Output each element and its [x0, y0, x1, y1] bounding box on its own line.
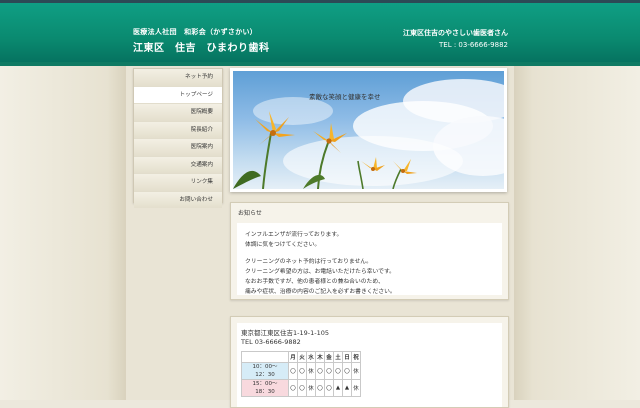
hours-mark: 休 — [306, 379, 316, 397]
nav-item-contact[interactable]: お問い合わせ — [134, 191, 222, 208]
day-header: 土 — [333, 351, 343, 363]
time-slot-morning: 10：00～ 12：30 — [241, 362, 289, 380]
hours-mark: 〇 — [297, 379, 307, 397]
hours-mark: ▲ — [333, 379, 343, 397]
hours-mark: 〇 — [324, 379, 334, 397]
hours-corner-cell — [241, 351, 289, 363]
news-panel: お知らせ インフルエンザが流行っております。 体調に気をつけてください。 クリー… — [230, 202, 509, 300]
news-body: インフルエンザが流行っております。 体調に気をつけてください。 クリーニングのネ… — [237, 223, 502, 295]
news-line: 体調に気をつけてください。 — [245, 242, 321, 248]
time-start: 15：00～ — [252, 381, 278, 387]
day-header: 月 — [288, 351, 298, 363]
site-header: 医療法人社団 和彩会（かずさかい） 江東区 住吉 ひまわり歯科 江東区住吉のやさ… — [0, 0, 640, 62]
nav-item-links[interactable]: リンク集 — [134, 174, 222, 192]
clinic-name[interactable]: 江東区 住吉 ひまわり歯科 — [133, 39, 270, 54]
nav-item-director-profile[interactable]: 院長紹介 — [134, 121, 222, 139]
time-start: 10：00～ — [252, 364, 278, 370]
organization-name: 医療法人社団 和彩会（かずさかい） — [133, 28, 258, 36]
nav-item-access[interactable]: 交通案内 — [134, 156, 222, 174]
day-header: 水 — [306, 351, 316, 363]
nav-item-net-reservation[interactable]: ネット予約 — [134, 69, 222, 87]
news-line: クリーニング希望の方は、お電話いただけたら幸いです。 — [245, 269, 395, 275]
news-line: 痛みや症状、治療の内容のご記入を必ずお書きください。 — [245, 289, 396, 295]
lily-flowers-image — [233, 79, 504, 189]
day-header: 木 — [315, 351, 325, 363]
nav-item-clinic-guide[interactable]: 医院案内 — [134, 139, 222, 157]
time-end: 18：30 — [255, 389, 275, 395]
news-line: インフルエンザが流行っております。 — [245, 232, 343, 238]
hero-caption: 素敵な笑顔と健康を幸せ — [309, 93, 381, 101]
hours-mark: ▲ — [342, 379, 352, 397]
hours-row-morning: 10：00～ 12：30 〇 〇 休 〇 〇 〇 〇 休 — [241, 362, 361, 380]
hours-mark: 休 — [306, 362, 316, 380]
hours-mark: 〇 — [297, 362, 307, 380]
office-hours-table: 月 火 水 木 金 土 日 祝 10：00～ 12：30 〇 〇 休 〇 〇 〇 … — [241, 351, 361, 397]
day-header: 祝 — [351, 351, 361, 363]
sidebar-nav: ネット予約 トップページ 医院概要 院長紹介 医院案内 交通案内 リンク集 お問… — [133, 68, 223, 208]
hours-row-afternoon: 15：00～ 18：30 〇 〇 休 〇 〇 ▲ ▲ 休 — [241, 379, 361, 397]
hero-banner: 素敵な笑顔と健康を幸せ — [230, 68, 507, 192]
header-phone: TEL : 03-6666-9882 — [439, 41, 508, 49]
hours-mark: 〇 — [333, 362, 343, 380]
hours-header-row: 月 火 水 木 金 土 日 祝 — [241, 351, 361, 363]
access-panel: 東京都江東区住吉1-19-1-105 TEL 03-6666-9882 月 火 … — [230, 316, 509, 408]
right-margin-background — [514, 66, 640, 400]
news-line: なおお手数ですが、他の患者様との兼ね合いのため、 — [245, 279, 384, 285]
hours-mark: 〇 — [288, 362, 298, 380]
hours-mark: 休 — [351, 362, 361, 380]
day-header: 火 — [297, 351, 307, 363]
access-body: 東京都江東区住吉1-19-1-105 TEL 03-6666-9882 月 火 … — [237, 323, 502, 407]
hours-mark: 〇 — [288, 379, 298, 397]
hours-mark: 〇 — [315, 379, 325, 397]
clinic-phone: TEL 03-6666-9882 — [241, 338, 301, 346]
left-margin-background — [0, 66, 126, 400]
day-header: 日 — [342, 351, 352, 363]
nav-item-top-page[interactable]: トップページ — [134, 86, 222, 104]
time-slot-afternoon: 15：00～ 18：30 — [241, 379, 289, 397]
news-title: お知らせ — [238, 210, 262, 217]
clinic-address: 東京都江東区住吉1-19-1-105 — [241, 329, 329, 337]
hours-mark: 〇 — [342, 362, 352, 380]
header-tagline: 江東区住吉のやさしい歯医者さん — [403, 29, 508, 37]
time-end: 12：30 — [255, 372, 275, 378]
hours-mark: 休 — [351, 379, 361, 397]
nav-item-clinic-overview[interactable]: 医院概要 — [134, 104, 222, 122]
day-header: 金 — [324, 351, 334, 363]
hours-mark: 〇 — [324, 362, 334, 380]
hours-mark: 〇 — [315, 362, 325, 380]
news-line: クリーニングのネット予約は行っておりません。 — [245, 259, 372, 265]
